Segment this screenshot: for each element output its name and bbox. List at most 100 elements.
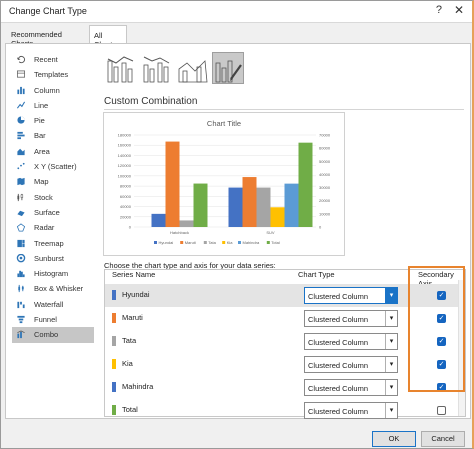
area-icon bbox=[17, 148, 25, 155]
sidebar-item-sunburst[interactable]: Sunburst bbox=[12, 251, 94, 266]
cancel-button[interactable]: Cancel bbox=[421, 431, 465, 447]
sidebar-item-label: Combo bbox=[34, 330, 59, 340]
sidebar-item-line[interactable]: Line bbox=[12, 98, 94, 113]
chart-type-dropdown[interactable]: Clustered Column ▾ bbox=[304, 310, 398, 327]
tab-recommended-charts[interactable]: Recommended Charts bbox=[7, 25, 87, 48]
legend-entry: Total bbox=[271, 240, 280, 245]
column-line-secondary-icon bbox=[143, 56, 170, 83]
combo-subtype-column-line-secondary[interactable] bbox=[140, 52, 172, 84]
sidebar-item-label: Sunburst bbox=[34, 253, 65, 263]
combo-subtype-custom[interactable] bbox=[212, 52, 244, 84]
legend-swatch bbox=[203, 241, 207, 244]
treemap-icon bbox=[17, 239, 25, 247]
scatter-icon bbox=[17, 162, 25, 170]
sidebar-item-surface[interactable]: Surface bbox=[12, 205, 94, 220]
sidebar-item-treemap[interactable]: Treemap bbox=[12, 236, 94, 251]
sidebar-item-column[interactable]: Column bbox=[12, 83, 94, 98]
sidebar-item-bar[interactable]: Bar bbox=[12, 128, 94, 143]
bar-kia bbox=[270, 207, 285, 227]
histogram-icon bbox=[17, 270, 25, 278]
combo-icon bbox=[17, 330, 25, 339]
sidebar-item-templates[interactable]: Templates bbox=[12, 67, 94, 82]
map-icon bbox=[17, 178, 25, 186]
chart-type-dropdown[interactable]: Clustered Column ▾ bbox=[304, 402, 398, 419]
clustered-column-line-icon bbox=[107, 56, 134, 83]
series-color-swatch bbox=[112, 382, 116, 392]
series-name: Maruti bbox=[122, 313, 143, 322]
chart-type-dropdown[interactable]: Clustered Column ▾ bbox=[304, 379, 398, 396]
series-color-swatch bbox=[112, 336, 116, 346]
bar-icon bbox=[17, 132, 25, 140]
chart-type-value: Clustered Column bbox=[308, 292, 369, 301]
chart-type-value: Clustered Column bbox=[308, 407, 369, 416]
ok-button[interactable]: OK bbox=[372, 431, 416, 447]
sidebar-item-label: Box & Whisker bbox=[34, 284, 84, 294]
sidebar-item-label: Recent bbox=[34, 55, 58, 64]
sidebar-item-box-whisker[interactable]: Box & Whisker bbox=[12, 281, 94, 296]
y-tick-primary: 0 bbox=[129, 225, 132, 230]
chevron-down-icon[interactable]: ▾ bbox=[385, 288, 397, 303]
series-name: Mahindra bbox=[122, 382, 154, 391]
sidebar-item-label: Templates bbox=[34, 70, 69, 80]
sidebar-item-recent[interactable]: Recent bbox=[12, 52, 94, 67]
chevron-down-icon[interactable]: ▾ bbox=[385, 334, 397, 349]
sidebar-item-combo[interactable]: Combo bbox=[12, 327, 94, 343]
sidebar-item-waterfall[interactable]: Waterfall bbox=[12, 297, 94, 312]
sidebar-item-pie[interactable]: Pie bbox=[12, 113, 94, 128]
stacked-area-column-icon bbox=[178, 60, 208, 83]
secondary-axis-checkbox[interactable] bbox=[437, 406, 446, 415]
chevron-down-icon[interactable]: ▾ bbox=[385, 380, 397, 395]
combo-subtype-stacked-area-column[interactable] bbox=[176, 52, 208, 84]
series-name: Tata bbox=[122, 336, 137, 345]
chevron-down-icon[interactable]: ▾ bbox=[385, 403, 397, 418]
sidebar-item-label: Bar bbox=[34, 131, 46, 141]
title-bar: Change Chart Type ? ✕ bbox=[1, 1, 472, 23]
legend-swatch bbox=[180, 241, 184, 244]
x-tick-label: Hatchback bbox=[170, 230, 189, 235]
series-color-swatch bbox=[112, 290, 116, 300]
series-row[interactable]: Total Clustered Column ▾ bbox=[105, 399, 465, 422]
custom-combination-icon bbox=[215, 60, 242, 83]
chevron-down-icon[interactable]: ▾ bbox=[385, 357, 397, 372]
chart-type-dropdown[interactable]: Clustered Column ▾ bbox=[304, 333, 398, 350]
templates-icon bbox=[16, 70, 26, 78]
series-color-swatch bbox=[112, 405, 116, 415]
secondary-axis-highlight bbox=[408, 266, 465, 392]
sidebar-item-radar[interactable]: Radar bbox=[12, 220, 94, 235]
bar-hyundai bbox=[228, 187, 243, 227]
bar-tata bbox=[256, 187, 271, 227]
y-tick-primary: 120000 bbox=[118, 163, 132, 168]
chart-type-dropdown[interactable]: Clustered Column ▾ bbox=[304, 356, 398, 373]
y-tick-primary: 180000 bbox=[118, 133, 132, 138]
y-tick-secondary: 50000 bbox=[319, 159, 331, 164]
sidebar-item-label: Histogram bbox=[34, 269, 69, 279]
combo-subtype-clustered-column-line[interactable] bbox=[104, 52, 136, 84]
chart-type-dropdown[interactable]: Clustered Column ▾ bbox=[304, 287, 398, 304]
legend-entry: Hyundai bbox=[159, 240, 174, 245]
recent-icon bbox=[17, 55, 26, 64]
sidebar-item-stock[interactable]: Stock bbox=[12, 190, 94, 205]
sidebar-item-funnel[interactable]: Funnel bbox=[12, 312, 94, 327]
close-button[interactable]: ✕ bbox=[454, 3, 464, 17]
sidebar-item-label: Column bbox=[34, 85, 60, 95]
pie-icon bbox=[17, 116, 25, 124]
sidebar-item-histogram[interactable]: Histogram bbox=[12, 266, 94, 281]
chevron-down-icon[interactable]: ▾ bbox=[385, 311, 397, 326]
sidebar-item-area[interactable]: Area bbox=[12, 144, 94, 159]
bar-maruti bbox=[165, 141, 180, 227]
funnel-icon bbox=[17, 315, 25, 324]
tab-all-charts[interactable]: All Charts bbox=[89, 25, 127, 49]
bar-total bbox=[298, 142, 313, 227]
help-button[interactable]: ? bbox=[436, 4, 442, 16]
section-title: Custom Combination bbox=[104, 96, 198, 107]
chart-type-value: Clustered Column bbox=[308, 315, 369, 324]
y-tick-secondary: 70000 bbox=[319, 133, 331, 138]
sidebar-item-map[interactable]: Map bbox=[12, 174, 94, 189]
series-color-swatch bbox=[112, 359, 116, 369]
sidebar-item-label: X Y (Scatter) bbox=[34, 162, 77, 172]
chart-preview: Chart Title 180000 160000 140000 120000 10000… bbox=[103, 112, 345, 256]
line-icon bbox=[16, 101, 26, 109]
sidebar-item-label: Treemap bbox=[34, 238, 64, 248]
sidebar-item-x-y-scatter[interactable]: X Y (Scatter) bbox=[12, 159, 94, 174]
sidebar-item-label: Line bbox=[34, 100, 49, 110]
